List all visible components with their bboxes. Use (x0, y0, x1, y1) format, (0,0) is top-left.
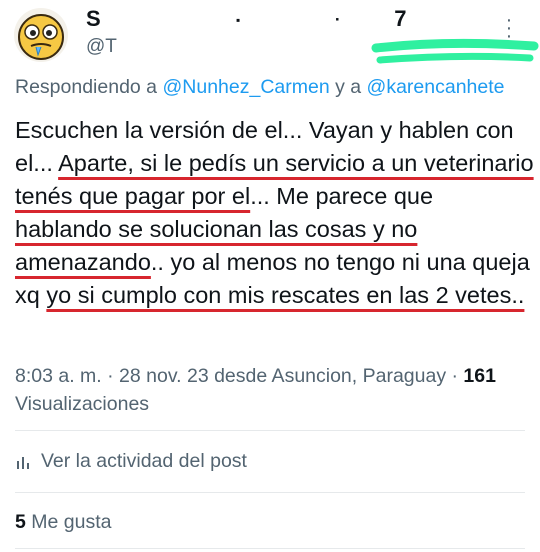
underlined-segment: yo si cumplo con mis rescates en las 2 v… (46, 282, 525, 308)
reply-prefix: Respondiendo a (15, 76, 158, 98)
bar-chart-icon (17, 456, 29, 469)
emoji-face-icon (18, 14, 64, 60)
author-name-fragment: S (86, 6, 102, 31)
views-count: 161 (463, 365, 496, 387)
likes-number: 5 (15, 511, 26, 533)
timestamp[interactable]: 8:03 a. m. · 28 nov. 23 desde Asuncion, … (15, 365, 458, 387)
view-activity-label: Ver la actividad del post (41, 450, 247, 472)
divider (15, 430, 525, 431)
divider (15, 548, 525, 549)
tweet-meta: 8:03 a. m. · 28 nov. 23 desde Asuncion, … (15, 362, 530, 418)
author-name-fragment-end: 7 (394, 6, 408, 31)
likes-label: Me gusta (31, 511, 112, 533)
views-label: Visualizaciones (15, 393, 150, 415)
likes-count[interactable]: 5 Me gusta (15, 511, 112, 534)
more-options-icon[interactable]: · · · (504, 10, 514, 46)
author-name[interactable]: S ▪ ▪ 7 (86, 6, 408, 32)
highlighter-mark (371, 38, 539, 64)
author-handle[interactable]: @T (86, 36, 117, 58)
avatar[interactable] (14, 8, 68, 62)
mention-link[interactable]: @Nunhez_Carmen (162, 76, 329, 98)
view-activity-link[interactable]: Ver la actividad del post (15, 450, 247, 473)
tweet-text: Escuchen la versión de el... Vayan y hab… (15, 114, 535, 312)
divider (15, 492, 525, 493)
reply-connector: y a (335, 76, 362, 98)
tweet-text-segment: ... Me parece que (250, 183, 434, 209)
reply-context: Respondiendo a @Nunhez_Carmen y a @karen… (15, 76, 505, 99)
mention-link[interactable]: @karencanhete (367, 76, 505, 98)
